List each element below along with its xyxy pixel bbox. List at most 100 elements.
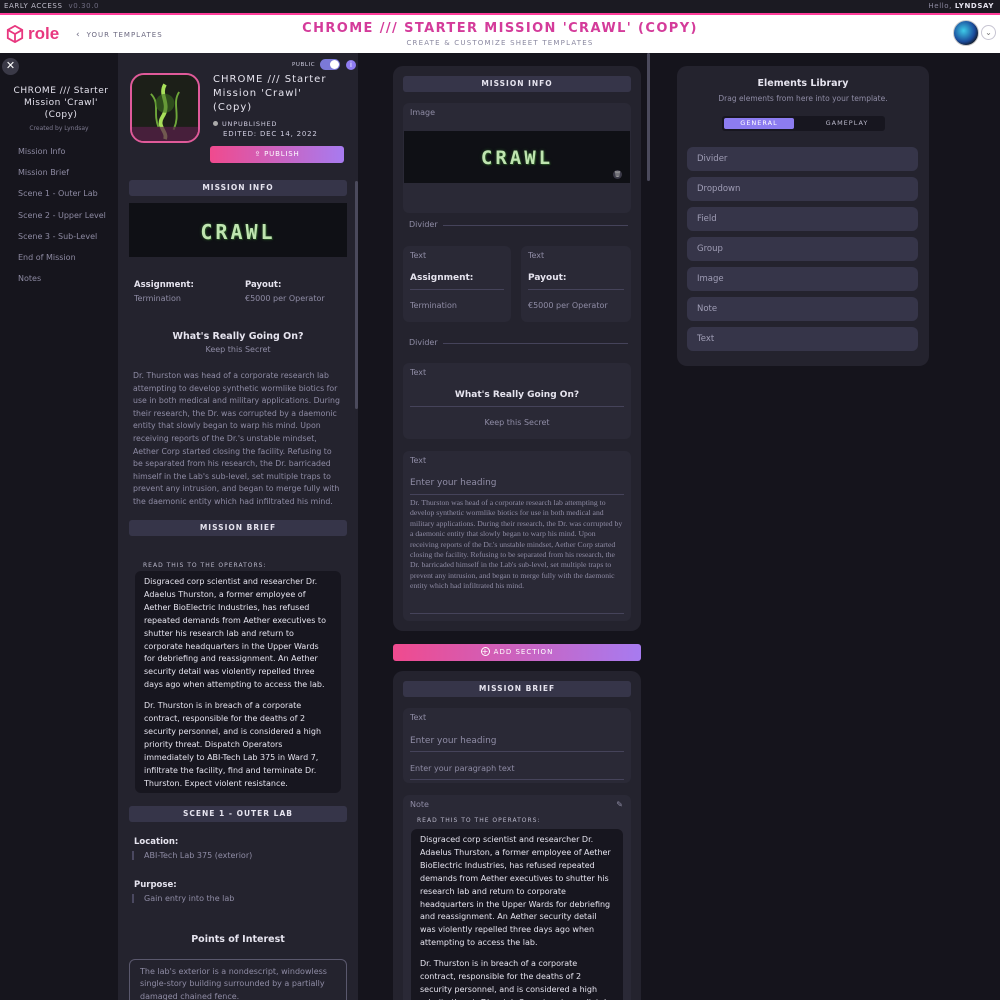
- created-by: Created by Lyndsay: [29, 125, 89, 132]
- page-title: CHROME /// STARTER MISSION 'CRAWL' (COPY…: [302, 21, 698, 36]
- editor-secret-sub: Keep this Secret: [484, 418, 550, 427]
- nav-item-notes[interactable]: Notes: [18, 274, 106, 295]
- brief-text-element[interactable]: Text Enter your heading Enter your parag…: [403, 708, 631, 783]
- image-element-label: Image: [410, 108, 436, 117]
- upload-icon: ⇪: [254, 150, 265, 158]
- editor-scrollbar[interactable]: [647, 53, 650, 181]
- editor-assignment-value: Termination: [410, 301, 457, 310]
- location-value: ABI-Tech Lab 375 (exterior): [132, 851, 252, 860]
- divider-element-label-2[interactable]: Divider: [409, 338, 438, 347]
- paragraph-text-element[interactable]: Text Enter your heading Dr. Thurston was…: [403, 451, 631, 621]
- payout-text-element[interactable]: Text Payout: €5000 per Operator: [521, 246, 631, 322]
- heading-underline: [410, 751, 624, 752]
- chevron-down-icon[interactable]: ⌄: [981, 25, 996, 40]
- preview-scrollbar[interactable]: [355, 181, 358, 409]
- assignment-label: Assignment:: [134, 280, 194, 290]
- brief-paragraph-2: Dr. Thurston is in breach of a corporate…: [144, 701, 322, 788]
- user-avatar[interactable]: [953, 20, 979, 46]
- secret-heading: What's Really Going On?: [172, 331, 304, 342]
- editor-brief-note[interactable]: Disgraced corp scientist and researcher …: [411, 829, 623, 1000]
- mission-info-section-card: MISSION INFO Image CRAWL 🗑 Divider Text …: [393, 66, 641, 631]
- secret-subheading: Keep this Secret: [205, 345, 271, 354]
- preview-scene-1-header: SCENE 1 - OUTER LAB: [129, 806, 347, 822]
- nav-item-end-of-mission[interactable]: End of Mission: [18, 253, 106, 274]
- info-icon[interactable]: i: [346, 60, 356, 70]
- pencil-icon[interactable]: ✎: [616, 800, 623, 809]
- paragraph-input[interactable]: Enter your paragraph text: [410, 764, 514, 773]
- early-access-label: EARLY ACCESS: [4, 2, 63, 10]
- library-item-divider[interactable]: Divider: [687, 147, 918, 171]
- points-of-interest-heading: Points of Interest: [191, 934, 285, 945]
- editor-brief-paragraph-1: Disgraced corp scientist and researcher …: [420, 835, 611, 948]
- library-item-text[interactable]: Text: [687, 327, 918, 351]
- secret-text-element[interactable]: Text What's Really Going On? Keep this S…: [403, 363, 631, 439]
- location-label: Location:: [134, 837, 179, 847]
- version-label: v0.30.0: [68, 2, 100, 10]
- library-item-group[interactable]: Group: [687, 237, 918, 261]
- trash-icon[interactable]: 🗑: [613, 170, 622, 179]
- heading-input[interactable]: Enter your heading: [410, 478, 497, 488]
- purpose-value: Gain entry into the lab: [132, 894, 234, 903]
- elements-library: Elements Library Drag elements from here…: [677, 66, 929, 366]
- preview-mission-info-header: MISSION INFO: [129, 180, 347, 196]
- secret-paragraph: Dr. Thurston was head of a corporate res…: [133, 371, 340, 506]
- public-toggle[interactable]: [320, 59, 340, 70]
- status-badge: UNPUBLISHED: [213, 120, 277, 128]
- template-preview: PUBLIC i CHROME /// Starter Mission 'Cra…: [118, 53, 358, 1000]
- points-of-interest-box: The lab's exterior is a nondescript, win…: [129, 959, 347, 1000]
- editor-read-to-operators-label: READ THIS TO THE OPERATORS:: [417, 817, 541, 824]
- nav-item-scene-3[interactable]: Scene 3 - Sub-Level: [18, 232, 106, 253]
- tab-general[interactable]: GENERAL: [724, 118, 794, 129]
- note-element[interactable]: Note ✎ READ THIS TO THE OPERATORS: Disgr…: [403, 795, 631, 1000]
- nav-item-mission-brief[interactable]: Mission Brief: [18, 168, 106, 189]
- early-access-bar: EARLY ACCESS v0.30.0 Hello, LYNDSAY: [0, 0, 1000, 13]
- tab-gameplay[interactable]: GAMEPLAY: [812, 118, 882, 129]
- nav-item-scene-1[interactable]: Scene 1 - Outer Lab: [18, 189, 106, 210]
- page-subtitle: CREATE & CUSTOMIZE SHEET TEMPLATES: [406, 39, 594, 47]
- mission-brief-section-card: MISSION BRIEF Text Enter your heading En…: [393, 671, 641, 1000]
- paragraph-underline: [410, 779, 624, 780]
- library-tabs: GENERAL GAMEPLAY: [722, 116, 885, 131]
- editor-mission-banner: CRAWL 🗑: [404, 131, 630, 183]
- preview-title: CHROME /// Starter Mission 'Crawl' (Copy…: [213, 74, 327, 113]
- template-thumbnail[interactable]: [130, 73, 200, 143]
- mission-brief-note: Disgraced corp scientist and researcher …: [135, 571, 341, 793]
- library-item-image[interactable]: Image: [687, 267, 918, 291]
- nav-item-scene-2[interactable]: Scene 2 - Upper Level: [18, 211, 106, 232]
- nav-item-mission-info[interactable]: Mission Info: [18, 147, 106, 168]
- text-element-label: Text: [410, 713, 427, 722]
- editor-payout-value: €5000 per Operator: [528, 301, 608, 310]
- close-icon[interactable]: ✕: [2, 58, 19, 75]
- assignment-text-element[interactable]: Text Assignment: Termination: [403, 246, 511, 322]
- text-element-label: Text: [410, 368, 427, 377]
- heading-underline: [528, 289, 624, 290]
- add-section-button[interactable]: + ADD SECTION: [393, 644, 641, 661]
- banner-word: CRAWL: [200, 220, 276, 244]
- status-dot-icon: [213, 121, 218, 126]
- paragraph-input[interactable]: Dr. Thurston was head of a corporate res…: [410, 498, 624, 592]
- library-item-dropdown[interactable]: Dropdown: [687, 177, 918, 201]
- purpose-label: Purpose:: [134, 880, 177, 890]
- editor-brief-paragraph-2: Dr. Thurston is in breach of a corporate…: [420, 959, 611, 1000]
- editor-secret-heading: What's Really Going On?: [454, 390, 580, 400]
- heading-underline: [410, 289, 504, 290]
- divider-element-label[interactable]: Divider: [409, 220, 438, 229]
- heading-input[interactable]: Enter your heading: [410, 736, 497, 746]
- template-title: CHROME /// Starter Mission 'Crawl' (Copy…: [13, 86, 109, 120]
- heading-underline: [410, 494, 624, 495]
- assignment-value: Termination: [134, 294, 181, 303]
- publish-button[interactable]: ⇪ PUBLISH: [210, 146, 344, 163]
- editor-mission-info-header[interactable]: MISSION INFO: [403, 76, 631, 92]
- greeting-text: Hello,: [928, 2, 952, 10]
- library-item-field[interactable]: Field: [687, 207, 918, 231]
- plus-icon: +: [480, 647, 490, 656]
- paragraph-underline: [410, 613, 624, 614]
- library-subtitle: Drag elements from here into your templa…: [718, 94, 888, 103]
- library-item-note[interactable]: Note: [687, 297, 918, 321]
- divider-line: [443, 225, 628, 226]
- editor-assignment-label: Assignment:: [410, 273, 474, 283]
- preview-mission-banner: CRAWL: [129, 203, 347, 257]
- image-element[interactable]: Image CRAWL 🗑: [403, 103, 631, 213]
- brief-paragraph-1: Disgraced corp scientist and researcher …: [144, 577, 326, 690]
- editor-mission-brief-header[interactable]: MISSION BRIEF: [403, 681, 631, 697]
